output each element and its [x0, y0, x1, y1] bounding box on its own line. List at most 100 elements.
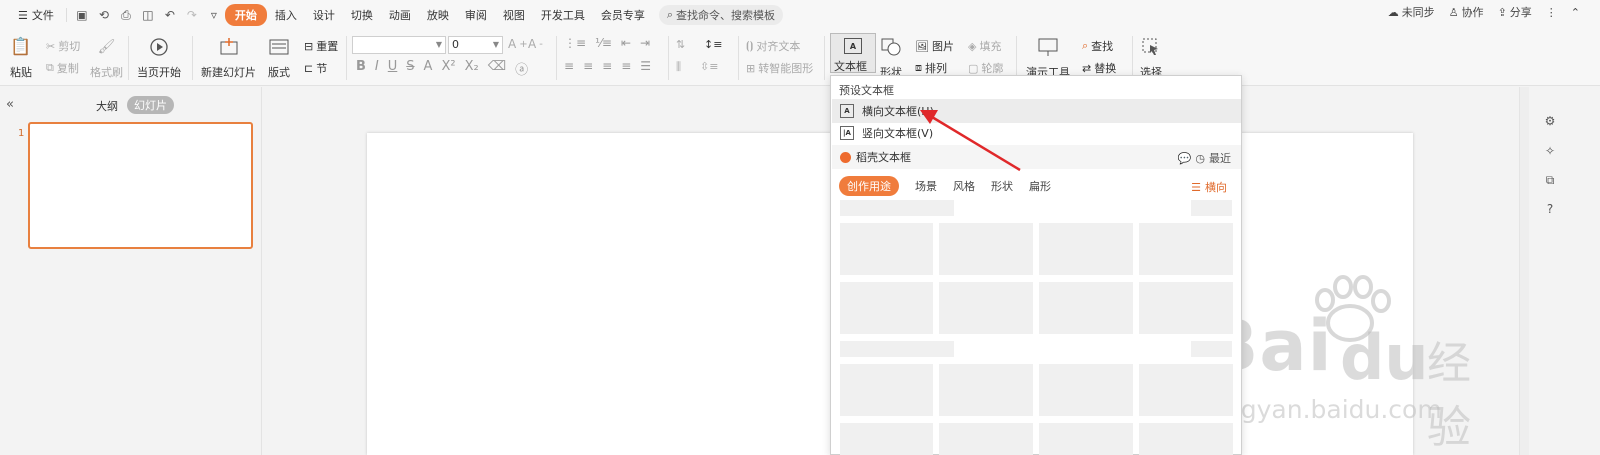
shape-button[interactable]: 形状 [880, 36, 902, 80]
row-spacing-button[interactable]: ⇳≡ [700, 60, 718, 73]
font-color-icon[interactable]: A [424, 59, 433, 78]
template-placeholder[interactable] [1039, 423, 1133, 455]
slides-library-icon[interactable]: ⧉ [1542, 172, 1558, 188]
increase-indent-icon[interactable]: ⇥ [640, 36, 650, 50]
template-placeholder[interactable] [840, 223, 933, 275]
template-placeholder[interactable] [939, 423, 1033, 455]
align-right-icon[interactable]: ≡ [602, 59, 612, 73]
replace-button[interactable]: ⇄ 替换 [1082, 60, 1116, 76]
tab-scene[interactable]: 场景 [915, 178, 937, 194]
tab-design[interactable]: 设计 [305, 4, 343, 26]
format-painter-button[interactable]: 🖌 格式刷 [90, 36, 123, 80]
cut-button[interactable]: ✂ 剪切 [46, 38, 80, 54]
align-left-icon[interactable]: ≡ [564, 59, 574, 73]
template-placeholder[interactable] [1039, 282, 1133, 334]
paste-button[interactable]: 📋 粘贴 [10, 36, 32, 80]
find-button[interactable]: ⌕ 查找 [1082, 38, 1113, 54]
tab-insert[interactable]: 插入 [267, 4, 305, 26]
file-menu[interactable]: ☰ 文件 [10, 4, 62, 26]
template-placeholder[interactable] [1139, 423, 1233, 455]
distribute-icon[interactable]: ☰ [640, 59, 651, 73]
chat-icon[interactable]: 💬 [1178, 152, 1192, 165]
template-placeholder[interactable] [840, 364, 933, 416]
vertical-scrollbar[interactable] [1519, 87, 1529, 455]
layout-button[interactable]: 版式 [268, 36, 290, 80]
template-placeholder[interactable] [939, 223, 1033, 275]
smart-graphic-button[interactable]: ⊞ 转智能图形 [746, 60, 813, 76]
more-icon[interactable]: ⋮ [1546, 6, 1557, 19]
orientation-toggle[interactable]: ☰ 横向 [1191, 179, 1227, 195]
tab-developer[interactable]: 开发工具 [533, 4, 593, 26]
undo-icon[interactable]: ↶ [159, 4, 181, 26]
template-placeholder[interactable] [939, 282, 1033, 334]
collapse-icon[interactable]: « [6, 97, 14, 112]
share-button[interactable]: ⇪ 分享 [1498, 4, 1532, 20]
tab-member[interactable]: 会员专享 [593, 4, 653, 26]
from-current-button[interactable]: 当页开始 [137, 36, 181, 80]
text-effect-icon[interactable]: ⓐ [515, 59, 528, 78]
copy-button[interactable]: ⧉ 复制 [46, 60, 79, 76]
horizontal-textbox-item[interactable]: A 横向文本框(H) [832, 99, 1241, 123]
numbered-list-icon[interactable]: ⅟≡ [595, 36, 612, 50]
tab-home[interactable]: 开始 [224, 4, 267, 26]
textbox-button[interactable]: A 文本框 [830, 33, 876, 73]
properties-icon[interactable]: ⚙ [1542, 113, 1558, 129]
template-placeholder[interactable] [939, 364, 1033, 416]
select-button[interactable]: 选择 [1140, 36, 1162, 80]
history-icon[interactable]: ⟲ [93, 4, 115, 26]
template-placeholder[interactable] [840, 282, 933, 334]
vertical-textbox-item[interactable]: |A 竖向文本框(V) [832, 121, 1241, 145]
fill-button[interactable]: ◈ 填充 [968, 38, 1001, 54]
subscript-icon[interactable]: X₂ [465, 59, 479, 78]
section-button[interactable]: ⊏ 节 [304, 60, 327, 76]
eraser-icon[interactable]: ⌫ [488, 59, 506, 78]
tab-style[interactable]: 风格 [953, 178, 975, 194]
template-placeholder[interactable] [1039, 364, 1133, 416]
tab-shape[interactable]: 形状 [991, 178, 1013, 194]
new-slide-button[interactable]: 新建幻灯片 [201, 36, 256, 80]
help-icon[interactable]: ? [1542, 201, 1558, 217]
strikethrough-icon[interactable]: S [406, 59, 414, 78]
save-icon[interactable]: ▣ [71, 4, 93, 26]
bold-icon[interactable]: B [356, 59, 366, 78]
align-text-button[interactable]: ⦗⦘ 对齐文本 [746, 38, 800, 54]
superscript-icon[interactable]: X² [441, 59, 455, 78]
line-spacing-button[interactable]: ↕≡ [704, 38, 722, 51]
tab-purpose[interactable]: 创作用途 [839, 176, 899, 196]
slide-thumbnail[interactable] [28, 122, 253, 249]
bullet-list-icon[interactable]: ⋮≡ [564, 36, 586, 50]
reset-button[interactable]: ⊟ 重置 [304, 38, 338, 54]
font-family-select[interactable]: ▼ [352, 36, 446, 54]
text-direction-button[interactable]: ⇅ [676, 38, 685, 51]
shrink-font-button[interactable]: A- [528, 37, 543, 51]
outline-button[interactable]: ▢ 轮廓 [968, 60, 1003, 76]
tab-slideshow[interactable]: 放映 [419, 4, 457, 26]
decrease-indent-icon[interactable]: ⇤ [621, 36, 631, 50]
template-placeholder[interactable] [1139, 282, 1233, 334]
underline-icon[interactable]: U [388, 59, 398, 78]
tab-transition[interactable]: 切换 [343, 4, 381, 26]
collapse-ribbon-icon[interactable]: ⌃ [1571, 6, 1580, 19]
print-icon[interactable]: ⎙ [115, 4, 137, 26]
command-search[interactable]: ⌕ 查找命令、搜索模板 [658, 5, 784, 25]
template-placeholder[interactable] [1039, 223, 1133, 275]
font-size-select[interactable]: 0 ▼ [448, 36, 503, 54]
tab-flat[interactable]: 扁形 [1029, 178, 1051, 194]
template-placeholder[interactable] [1139, 223, 1233, 275]
customize-icon[interactable]: ▿ [203, 4, 225, 26]
template-placeholder[interactable] [840, 423, 933, 455]
print-preview-icon[interactable]: ◫ [137, 4, 159, 26]
tab-view[interactable]: 视图 [495, 4, 533, 26]
template-placeholder[interactable] [1139, 364, 1233, 416]
picture-button[interactable]: 🖼 图片 [915, 38, 954, 54]
align-center-icon[interactable]: ≡ [583, 59, 593, 73]
pin-icon[interactable]: ✧ [1542, 143, 1558, 159]
recent-group[interactable]: 💬 ◷ 最近 [1178, 150, 1231, 166]
presenter-tools-button[interactable]: 演示工具 [1026, 36, 1070, 80]
column-button[interactable]: ⫼ [676, 60, 681, 74]
grow-font-button[interactable]: A + [508, 37, 528, 51]
justify-icon[interactable]: ≡ [621, 59, 631, 73]
tab-review[interactable]: 审阅 [457, 4, 495, 26]
arrange-button[interactable]: ⧈ 排列 [915, 60, 947, 76]
tab-slides[interactable]: 幻灯片 [127, 96, 174, 114]
